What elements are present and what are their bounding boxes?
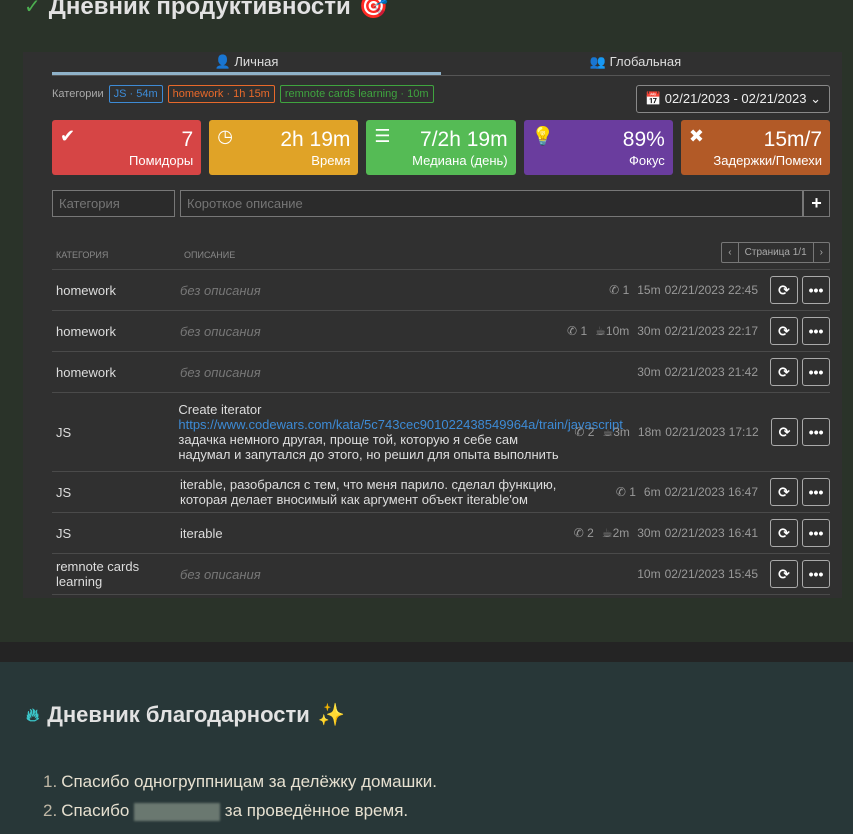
calendar-icon: 📅 <box>644 91 662 106</box>
phone-icon: ✆ <box>573 526 584 540</box>
tab-global[interactable]: 👥 Глобальная <box>441 52 830 75</box>
stat-card-pomodoros: ✔ 7 Помидоры <box>52 120 202 175</box>
more-button[interactable]: ••• <box>802 478 830 506</box>
chip-js[interactable]: JS · 54m <box>108 85 163 103</box>
pagination: ‹ Страница 1/1 › <box>721 242 830 263</box>
more-button[interactable]: ••• <box>802 418 830 446</box>
sparkles-icon: ✨ <box>317 702 346 727</box>
next-page-button[interactable]: › <box>814 243 829 262</box>
restart-button[interactable]: ⟳ <box>770 276 799 304</box>
phone-icon: ✆ <box>615 485 626 499</box>
coffee-icon: ☕︎ <box>595 324 606 338</box>
interruptions-count: ✆ 1 <box>567 324 588 338</box>
table-row: remnote cards learning без описания 10m 02/… <box>52 554 831 595</box>
stat-cards: ✔ 7 Помидоры ◷ 2h 19m Время ☰ 7/2h 19m Медиана (… <box>52 120 831 175</box>
productivity-heading: ✓ Дневник продуктивности 🎯 <box>24 0 389 21</box>
target-icon: 🎯 <box>358 0 389 20</box>
divider <box>0 642 853 662</box>
stat-card-time: ◷ 2h 19m Время <box>209 120 359 175</box>
coffee-icon: ☕︎ <box>602 425 614 439</box>
entries-table: homework без описания ✆ 1 15m 02/21/2023 22:… <box>52 270 831 595</box>
list-icon: ☰ <box>374 126 391 146</box>
more-button[interactable]: ••• <box>802 317 830 345</box>
check-circle-icon: ✔ <box>60 126 76 146</box>
phone-icon: ✆ <box>567 324 578 338</box>
table-row: JS Create iterator https://www.codewars.co… <box>52 393 830 472</box>
lightbulb-icon: 💡 <box>531 126 555 146</box>
table-row: JS iterable ✆ 2 ☕︎2m 30m 02/21/2023 16:41 ⟳ ••• <box>52 513 831 554</box>
tabs: 👤 Личная 👥 Глобальная <box>52 52 830 76</box>
break-duration: ☕︎2m <box>601 526 630 540</box>
interruptions-count: ✆ 1 <box>615 485 636 499</box>
gratitude-heading: 🔥︎ Дневник благодарности ✨ <box>26 702 346 727</box>
stat-card-focus: 💡 89% Фокус <box>523 120 673 175</box>
interruptions-count: ✆ 1 <box>609 283 630 297</box>
entry-meta: ✆ 2 ☕︎2m 30m 02/21/2023 16:41 <box>573 526 759 540</box>
restart-button[interactable]: ⟳ <box>770 358 799 386</box>
entry-description: без описания <box>180 323 261 339</box>
chip-remnote[interactable]: remnote cards learning · 10m <box>279 85 434 103</box>
stat-card-median: ☰ 7/2h 19m Медиана (день) <box>366 120 516 175</box>
page-indicator: Страница 1/1 <box>739 243 814 262</box>
entry-meta: ✆ 1 15m 02/21/2023 22:45 <box>609 283 759 297</box>
more-button[interactable]: ••• <box>802 276 831 304</box>
tab-personal[interactable]: 👤 Личная <box>52 52 441 75</box>
add-button[interactable]: + <box>803 190 830 217</box>
phone-icon: ✆ <box>609 283 620 297</box>
table-row: homework без описания 30m 02/21/2023 21:42 ⟳… <box>52 352 831 393</box>
gratitude-section: 🔥︎ Дневник благодарности ✨ 1. Спасибо одног… <box>0 662 853 834</box>
gratitude-list: 1. Спасибо одногруппницам за делёжку дома… <box>43 772 437 830</box>
category-chips: Категории JS · 54m homework · 1h 15m rem… <box>52 85 434 103</box>
entry-meta: ✆ 1 ☕︎10m 30m 02/21/2023 22:17 <box>567 324 758 338</box>
phone-icon: ✆ <box>574 425 585 439</box>
table-row: JS iterable, разобрался с тем, что меня п… <box>52 472 830 513</box>
entry-description: Create iterator https://www.codewars.com/… <box>178 402 623 462</box>
table-header: КАТЕГОРИЯ ОПИСАНИЕ ‹ Страница 1/1 › <box>52 242 830 270</box>
entry-meta: ✆ 2 ☕︎3m 18m 02/21/2023 17:12 <box>574 425 759 439</box>
entry-description: без описания <box>180 364 261 380</box>
list-item: 2. Спасибо за проведённое время. <box>43 801 409 821</box>
clock-icon: ◷ <box>217 126 233 146</box>
check-icon: ✓ <box>24 0 41 18</box>
restart-button[interactable]: ⟳ <box>770 317 798 345</box>
entry-description: iterable, разобрался с тем, что меня пар… <box>180 477 557 507</box>
entry-description: iterable <box>180 525 223 541</box>
prev-page-button[interactable]: ‹ <box>722 243 739 262</box>
interruptions-count: ✆ 2 <box>574 425 595 439</box>
more-button[interactable]: ••• <box>802 519 831 547</box>
add-entry-form: + <box>52 190 830 217</box>
entry-meta: ✆ 1 6m 02/21/2023 16:47 <box>615 485 758 499</box>
chevron-down-icon: ⌄ <box>810 91 821 106</box>
redacted-name <box>134 802 221 821</box>
restart-button[interactable]: ⟳ <box>770 519 799 547</box>
entry-meta: 30m 02/21/2023 21:42 <box>637 365 759 379</box>
more-button[interactable]: ••• <box>802 358 831 386</box>
table-row: homework без описания ✆ 1 ☕︎10m 30m 02/21/202… <box>52 311 830 352</box>
entry-meta: 10m 02/21/2023 15:45 <box>637 567 759 581</box>
table-row: homework без описания ✆ 1 15m 02/21/2023 22:… <box>52 270 831 311</box>
chip-homework[interactable]: homework · 1h 15m <box>167 85 275 103</box>
description-input[interactable] <box>180 190 803 217</box>
entry-description: без описания <box>180 566 261 582</box>
category-input[interactable] <box>52 190 175 217</box>
coffee-icon: ☕︎ <box>601 526 613 540</box>
stat-card-interruptions: ✖ 15m/7 Задержки/Помехи <box>680 120 831 175</box>
date-range-picker[interactable]: 📅 02/21/2023 - 02/21/2023 ⌄ <box>635 85 830 113</box>
list-item: 1. Спасибо одногруппницам за делёжку дома… <box>43 772 437 791</box>
break-duration: ☕︎3m <box>602 425 630 439</box>
restart-button[interactable]: ⟳ <box>770 418 799 446</box>
flame-icon: 🔥︎ <box>26 704 40 725</box>
pomodoro-panel: 👤 Личная 👥 Глобальная Категории JS · 54m… <box>23 52 842 598</box>
restart-button[interactable]: ⟳ <box>770 478 798 506</box>
entry-description: без описания <box>180 282 261 298</box>
break-duration: ☕︎10m <box>595 324 630 338</box>
interruptions-count: ✆ 2 <box>573 526 594 540</box>
kata-link[interactable]: https://www.codewars.com/kata/5c743cec90… <box>178 417 622 432</box>
more-button[interactable]: ••• <box>802 560 831 588</box>
restart-button[interactable]: ⟳ <box>770 560 799 588</box>
x-icon: ✖ <box>688 126 704 146</box>
